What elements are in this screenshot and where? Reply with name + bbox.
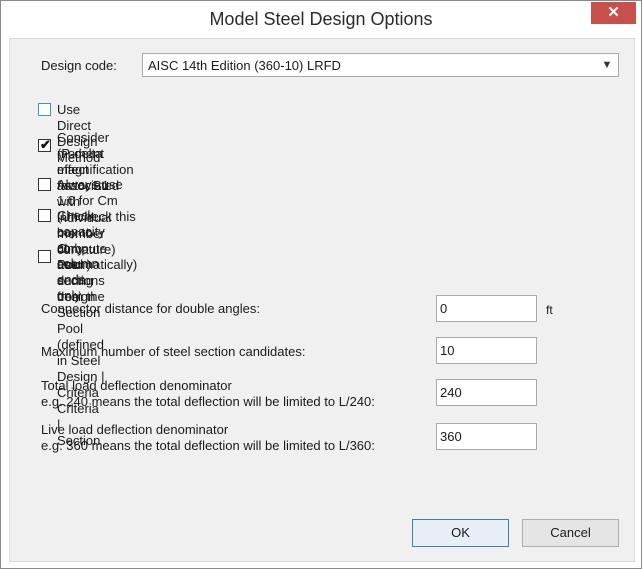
- live-deflection-value: 360: [440, 429, 462, 444]
- live-deflection-hint: e.g. 360 means the total deflection will…: [41, 438, 375, 453]
- connector-distance-value: 0: [440, 301, 448, 316]
- dialog-title: Model Steel Design Options: [209, 9, 433, 29]
- checkbox-column-ends[interactable]: [38, 209, 51, 222]
- checkbox-moment-magnification[interactable]: ✔: [38, 137, 51, 152]
- option-sublabel: Pool ) during design: [57, 257, 96, 304]
- total-deflection-label: Total load deflection denominator: [41, 378, 232, 393]
- total-deflection-hint: e.g. 240 means the total deflection will…: [41, 394, 375, 409]
- connector-distance-label: Connector distance for double angles:: [41, 301, 260, 316]
- checkmark-icon: ✔: [40, 137, 51, 152]
- design-code-select[interactable]: AISC 14th Edition (360-10) LRFD ▼: [142, 53, 619, 77]
- design-code-value: AISC 14th Edition (360-10) LRFD: [148, 58, 341, 73]
- max-candidates-value: 10: [440, 343, 455, 358]
- dialog-window: Model Steel Design Options ✕ Design code…: [0, 0, 642, 569]
- total-deflection-value: 240: [440, 385, 462, 400]
- checkbox-cm[interactable]: [38, 178, 51, 191]
- title-bar: Model Steel Design Options ✕: [1, 1, 641, 38]
- max-candidates-label: Maximum number of steel section candidat…: [41, 344, 306, 359]
- design-code-label: Design code:: [41, 58, 117, 73]
- dialog-body: Design code: AISC 14th Edition (360-10) …: [9, 38, 635, 562]
- close-icon: ✕: [607, 4, 620, 21]
- connector-distance-input[interactable]: 0: [436, 295, 537, 322]
- max-candidates-input[interactable]: 10: [436, 337, 537, 364]
- chevron-down-icon: ▼: [601, 59, 613, 71]
- checkbox-direct-design[interactable]: [38, 103, 51, 116]
- total-deflection-input[interactable]: 240: [436, 379, 537, 406]
- ok-button[interactable]: OK: [412, 519, 509, 547]
- cancel-button[interactable]: Cancel: [522, 519, 619, 547]
- checkbox-section-pool[interactable]: [38, 250, 51, 263]
- live-deflection-label: Live load deflection denominator: [41, 422, 229, 437]
- live-deflection-input[interactable]: 360: [436, 423, 537, 450]
- connector-distance-unit: ft: [546, 303, 553, 317]
- close-button[interactable]: ✕: [591, 2, 636, 24]
